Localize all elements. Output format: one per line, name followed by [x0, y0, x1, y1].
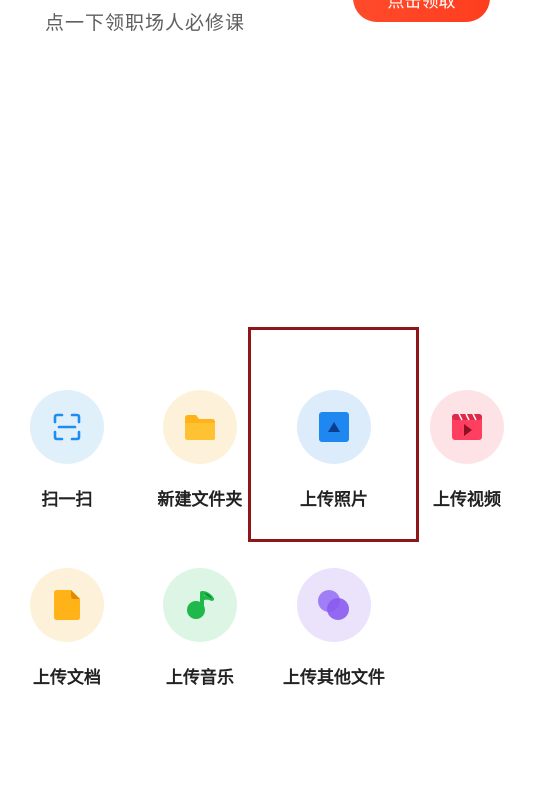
upload-document-action[interactable]: 上传文档	[2, 568, 132, 688]
scan-label: 扫一扫	[41, 490, 93, 510]
document-icon-circle	[30, 568, 104, 642]
upload-music-label: 上传音乐	[166, 668, 234, 688]
scan-action[interactable]: 扫一扫	[2, 390, 132, 510]
document-icon	[54, 590, 80, 620]
new-folder-action[interactable]: 新建文件夹	[135, 390, 265, 510]
folder-icon-circle	[163, 390, 237, 464]
other-files-icon-circle	[297, 568, 371, 642]
scan-icon-circle	[30, 390, 104, 464]
scan-icon	[53, 413, 81, 441]
video-icon	[452, 413, 482, 440]
other-files-icon	[318, 590, 349, 620]
new-folder-label: 新建文件夹	[157, 490, 243, 510]
music-icon-circle	[163, 568, 237, 642]
upload-video-label: 上传视频	[433, 490, 501, 510]
upload-music-action[interactable]: 上传音乐	[135, 568, 265, 688]
promo-text[interactable]: 点一下领职场人必修课	[45, 8, 245, 35]
upload-document-label: 上传文档	[33, 668, 101, 688]
upload-other-files-label: 上传其他文件	[283, 668, 385, 688]
video-icon-circle	[430, 390, 504, 464]
highlight-box	[248, 327, 419, 542]
upload-other-files-action[interactable]: 上传其他文件	[269, 568, 399, 688]
folder-icon	[185, 415, 215, 440]
upload-video-action[interactable]: 上传视频	[402, 390, 532, 510]
music-icon	[187, 591, 214, 619]
claim-button[interactable]: 点击领取	[353, 0, 490, 22]
